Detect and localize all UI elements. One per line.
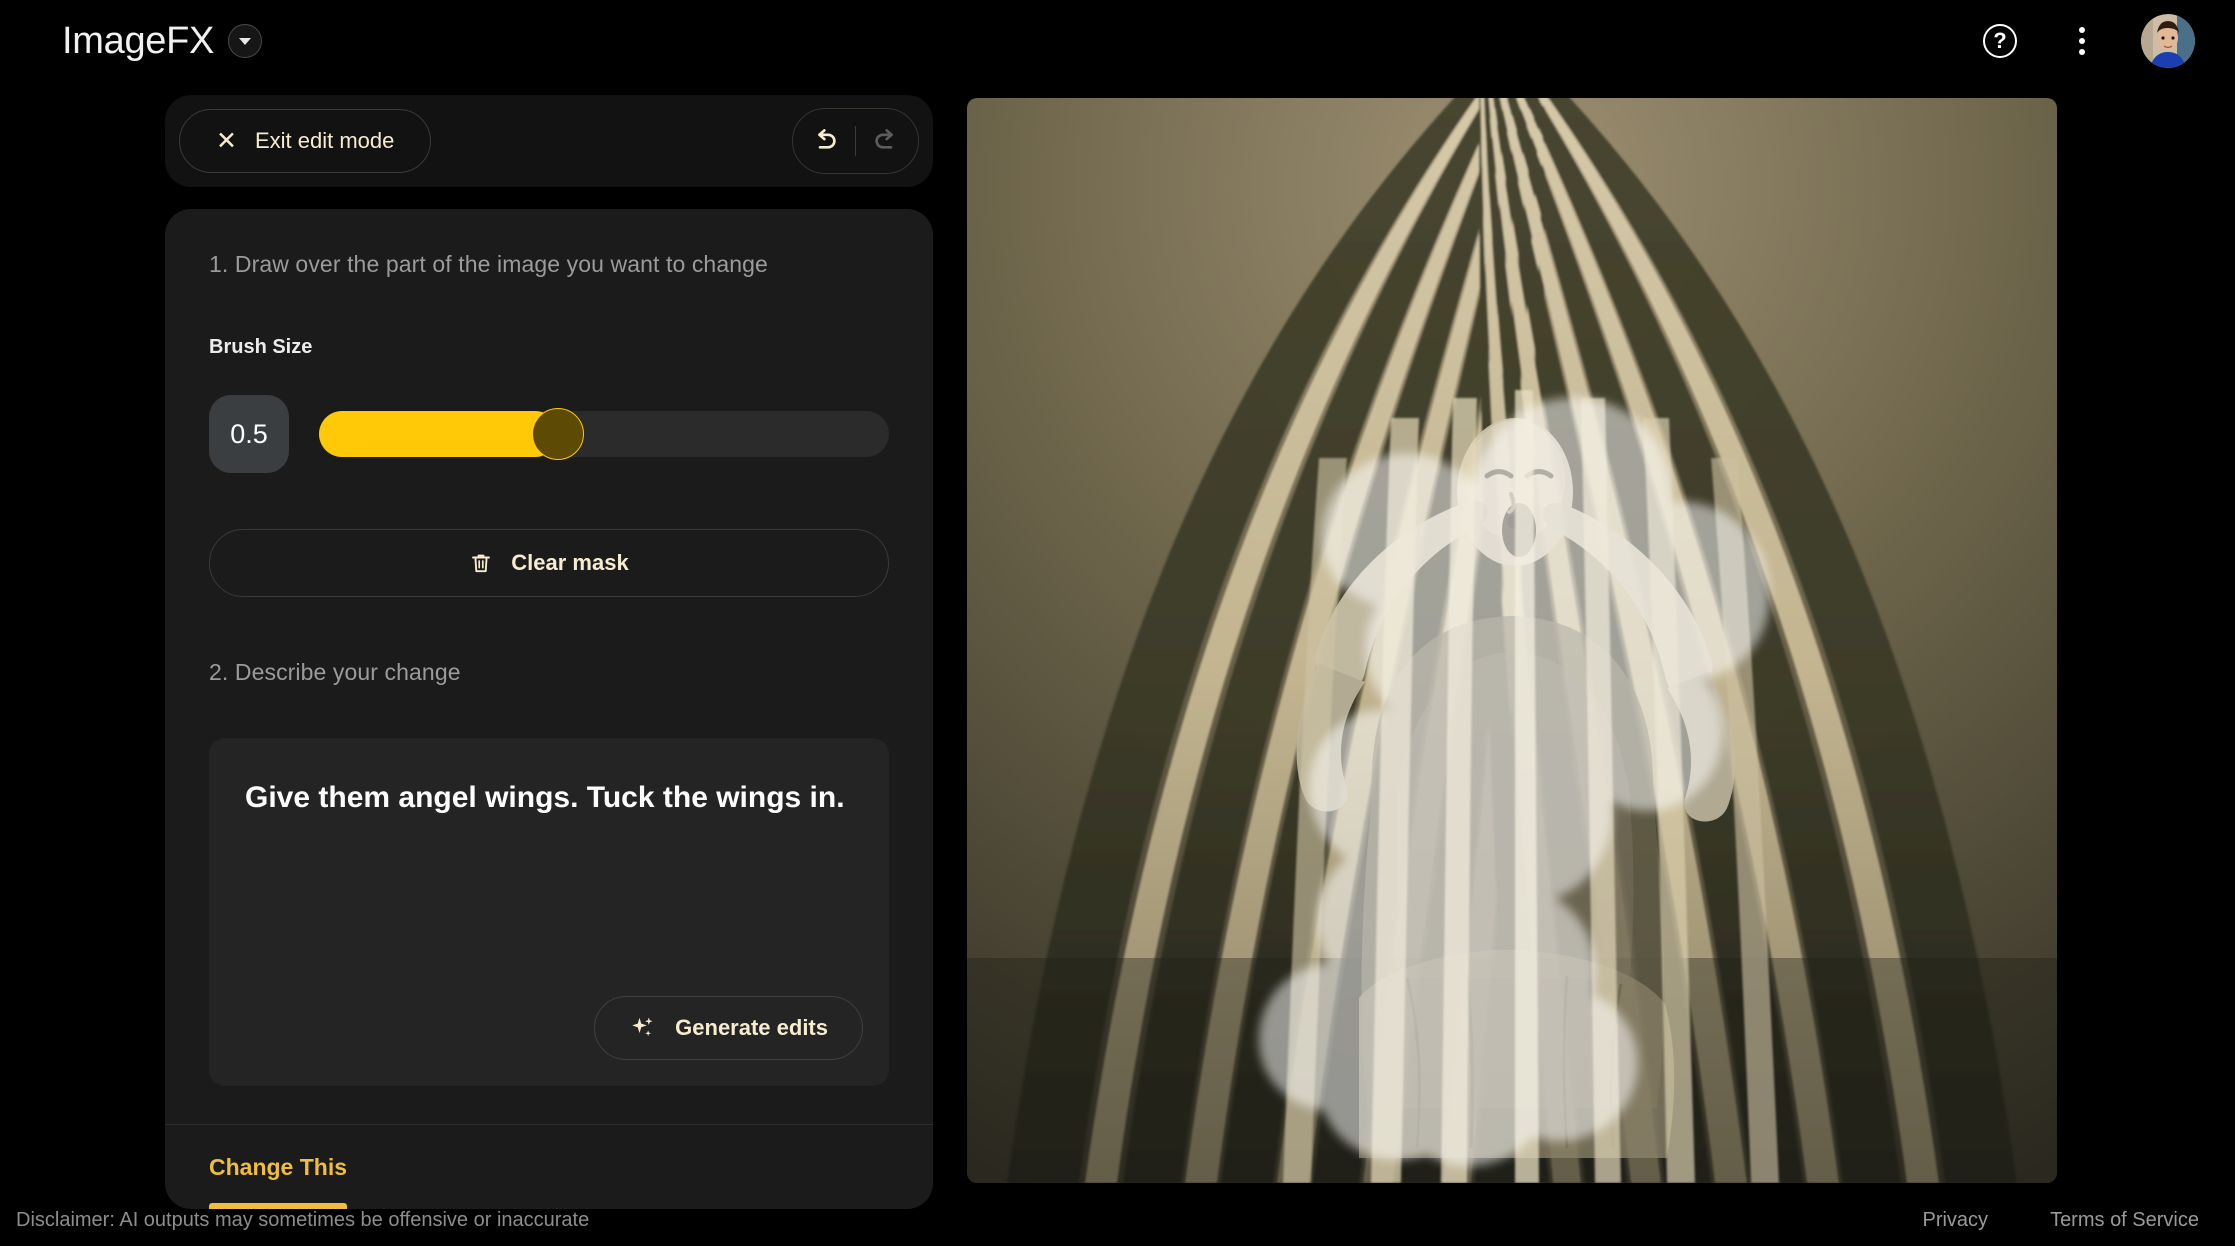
brush-slider-thumb[interactable] bbox=[532, 408, 585, 460]
undo-redo-group bbox=[792, 108, 919, 174]
redo-icon bbox=[875, 129, 893, 149]
generate-edits-button[interactable]: Generate edits bbox=[594, 996, 863, 1060]
exit-edit-mode-button[interactable]: ✕ Exit edit mode bbox=[179, 109, 432, 173]
image-canvas[interactable] bbox=[967, 98, 2057, 1183]
prompt-field[interactable]: Give them angel wings. Tuck the wings in… bbox=[209, 738, 889, 1086]
user-avatar-icon bbox=[2141, 14, 2195, 68]
generated-image bbox=[967, 98, 2057, 1183]
chevron-down-icon bbox=[239, 37, 252, 45]
undo-icon bbox=[818, 129, 836, 149]
footer: Disclaimer: AI outputs may sometimes be … bbox=[0, 1194, 2235, 1246]
trash-icon bbox=[472, 554, 491, 573]
edit-panel: 1. Draw over the part of the image you w… bbox=[165, 209, 933, 1209]
terms-of-service-link[interactable]: Terms of Service bbox=[2050, 1209, 2199, 1232]
brush-size-value: 0.5 bbox=[209, 395, 289, 473]
privacy-link[interactable]: Privacy bbox=[1922, 1209, 1988, 1232]
redo-button[interactable] bbox=[860, 115, 912, 167]
prompt-text: Give them angel wings. Tuck the wings in… bbox=[245, 781, 845, 814]
more-options-button[interactable] bbox=[2059, 18, 2105, 64]
generate-edits-label: Generate edits bbox=[675, 1015, 828, 1040]
avatar[interactable] bbox=[2141, 14, 2195, 68]
brush-size-row: 0.5 bbox=[209, 395, 889, 473]
brush-size-slider[interactable] bbox=[319, 408, 889, 460]
tab-change-this-label: Change This bbox=[209, 1153, 348, 1180]
exit-edit-mode-label: Exit edit mode bbox=[254, 128, 395, 153]
undo-button[interactable] bbox=[799, 115, 851, 167]
undo-redo-divider bbox=[855, 126, 856, 156]
clear-mask-button[interactable]: Clear mask bbox=[209, 529, 889, 597]
edit-panel-content: 1. Draw over the part of the image you w… bbox=[165, 209, 933, 1086]
app-switcher-button[interactable] bbox=[228, 24, 263, 58]
app-root: ImageFX ? ✕ Exit edit mode 1. Draw over … bbox=[0, 0, 2235, 1246]
footer-links: Privacy Terms of Service bbox=[1922, 1209, 2199, 1232]
top-bar-actions: ? bbox=[1977, 0, 2199, 82]
step-1-label: 1. Draw over the part of the image you w… bbox=[209, 251, 768, 277]
brand: ImageFX bbox=[62, 19, 263, 63]
disclaimer-text: Disclaimer: AI outputs may sometimes be … bbox=[16, 1208, 590, 1231]
help-button[interactable]: ? bbox=[1977, 18, 2023, 64]
clear-mask-label: Clear mask bbox=[511, 550, 629, 575]
top-bar: ImageFX ? bbox=[0, 0, 2235, 82]
more-vertical-icon bbox=[2079, 27, 2085, 55]
editor-column: ✕ Exit edit mode 1. Draw over the part o… bbox=[165, 95, 933, 1209]
brush-size-label: Brush Size bbox=[209, 336, 313, 358]
step-2-label: 2. Describe your change bbox=[209, 659, 461, 685]
help-circle-icon: ? bbox=[1983, 24, 2017, 58]
sparkle-icon bbox=[632, 1017, 653, 1037]
help-glyph: ? bbox=[1993, 28, 2007, 53]
edit-toolbar: ✕ Exit edit mode bbox=[165, 95, 933, 187]
brush-slider-fill bbox=[319, 411, 559, 457]
close-x-icon: ✕ bbox=[216, 126, 237, 155]
app-title: ImageFX bbox=[62, 19, 215, 62]
